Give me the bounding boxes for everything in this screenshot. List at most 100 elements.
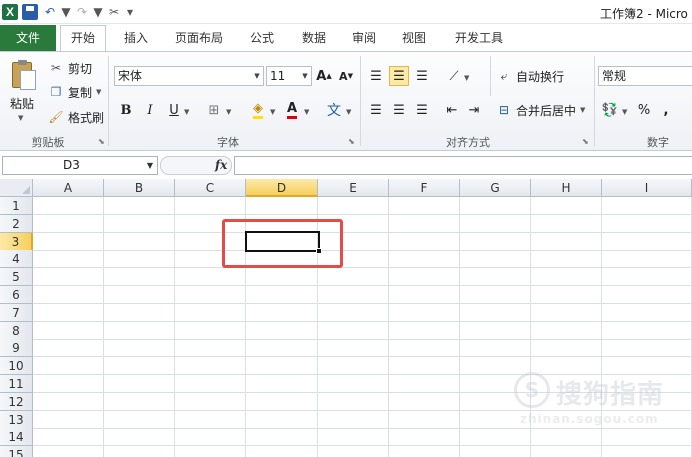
chevron-down-icon[interactable]: ▼ [299,67,311,85]
cell-f9[interactable] [389,339,460,357]
column-header-d[interactable]: D [246,179,318,197]
cell-c10[interactable] [175,357,246,375]
cell-a6[interactable] [33,286,104,304]
chevron-down-icon[interactable]: ▼ [147,157,153,174]
font-launcher-icon[interactable]: ⬊ [348,137,355,146]
tab-insert[interactable]: 插入 [114,26,158,51]
align-center-button[interactable]: ☰ [389,100,409,120]
font-color-button[interactable]: A [282,100,302,120]
row-header-8[interactable]: 8 [0,322,33,340]
row-header-11[interactable]: 11 [0,375,33,393]
cell-f14[interactable] [389,428,460,446]
cell-g8[interactable] [460,322,531,340]
copy-button[interactable]: ❐ 复制 ▼ [48,82,102,102]
column-header-f[interactable]: F [389,179,460,197]
column-header-g[interactable]: G [460,179,531,197]
cell-i8[interactable] [602,322,692,340]
cell-b13[interactable] [104,411,175,429]
cell-c9[interactable] [175,339,246,357]
cell-a4[interactable] [33,250,104,268]
cell-f5[interactable] [389,268,460,286]
cell-b12[interactable] [104,393,175,411]
cell-d9[interactable] [246,339,318,357]
customize-qat-icon[interactable]: ▾ [126,4,134,20]
cell-d15[interactable] [246,446,318,457]
cell-b4[interactable] [104,250,175,268]
chevron-down-icon[interactable]: ▼ [251,67,263,85]
row-header-10[interactable]: 10 [0,357,33,375]
decrease-indent-button[interactable]: ⇤ [442,100,462,120]
cell-d14[interactable] [246,428,318,446]
currency-button[interactable]: 💱 [600,100,620,120]
row-header-15[interactable]: 15 [0,446,33,457]
cell-a11[interactable] [33,375,104,393]
cell-c12[interactable] [175,393,246,411]
cell-i9[interactable] [602,339,692,357]
cell-f8[interactable] [389,322,460,340]
cell-h2[interactable] [531,215,602,233]
align-right-button[interactable]: ☰ [412,100,432,120]
tab-view[interactable]: 视图 [392,26,436,51]
orientation-button[interactable]: ⟋ [444,66,464,86]
cell-a14[interactable] [33,428,104,446]
row-header-2[interactable]: 2 [0,215,33,233]
cell-c15[interactable] [175,446,246,457]
cell-d7[interactable] [246,304,318,322]
cell-a8[interactable] [33,322,104,340]
shrink-font-button[interactable]: A ▼ [336,66,356,86]
redo-icon[interactable]: ↷ [74,4,90,20]
row-header-12[interactable]: 12 [0,393,33,411]
cell-a9[interactable] [33,339,104,357]
cell-g7[interactable] [460,304,531,322]
increase-indent-button[interactable]: ⇥ [464,100,484,120]
redo-dropdown-icon[interactable]: ▼ [93,4,102,20]
orientation-dropdown-icon[interactable]: ▼ [464,74,469,82]
align-left-button[interactable]: ☰ [366,100,386,120]
cell-b6[interactable] [104,286,175,304]
cell-c1[interactable] [175,197,246,215]
cell-a7[interactable] [33,304,104,322]
cell-i3[interactable] [602,233,692,251]
column-header-b[interactable]: B [104,179,175,197]
row-header-14[interactable]: 14 [0,428,33,446]
cell-i15[interactable] [602,446,692,457]
cell-e1[interactable] [318,197,389,215]
cell-e5[interactable] [318,268,389,286]
formula-input[interactable] [234,156,692,175]
undo-dropdown-icon[interactable]: ▼ [61,4,70,20]
cell-h7[interactable] [531,304,602,322]
cell-f4[interactable] [389,250,460,268]
cell-a10[interactable] [33,357,104,375]
cell-c7[interactable] [175,304,246,322]
cell-f1[interactable] [389,197,460,215]
row-header-6[interactable]: 6 [0,286,33,304]
copy-dropdown-icon[interactable]: ▼ [96,88,101,96]
cut-button[interactable]: ✂ 剪切 [48,58,92,78]
cell-c6[interactable] [175,286,246,304]
cell-i6[interactable] [602,286,692,304]
alignment-launcher-icon[interactable]: ⬊ [582,137,589,146]
cell-f13[interactable] [389,411,460,429]
cell-h9[interactable] [531,339,602,357]
select-all-corner[interactable] [0,179,33,197]
save-icon[interactable] [22,4,38,20]
cell-b11[interactable] [104,375,175,393]
tab-home[interactable]: 开始 [60,25,106,51]
tab-page-layout[interactable]: 页面布局 [168,26,230,51]
cell-b15[interactable] [104,446,175,457]
row-header-13[interactable]: 13 [0,411,33,429]
cell-b14[interactable] [104,428,175,446]
cell-e8[interactable] [318,322,389,340]
cell-g4[interactable] [460,250,531,268]
cell-d13[interactable] [246,411,318,429]
font-name-combo[interactable]: 宋体 ▼ [114,66,264,86]
cell-a1[interactable] [33,197,104,215]
row-header-5[interactable]: 5 [0,268,33,286]
cell-g15[interactable] [460,446,531,457]
cell-b8[interactable] [104,322,175,340]
fill-color-button[interactable]: ◈ [248,100,268,120]
cell-b9[interactable] [104,339,175,357]
cell-f15[interactable] [389,446,460,457]
cell-c11[interactable] [175,375,246,393]
cell-e10[interactable] [318,357,389,375]
